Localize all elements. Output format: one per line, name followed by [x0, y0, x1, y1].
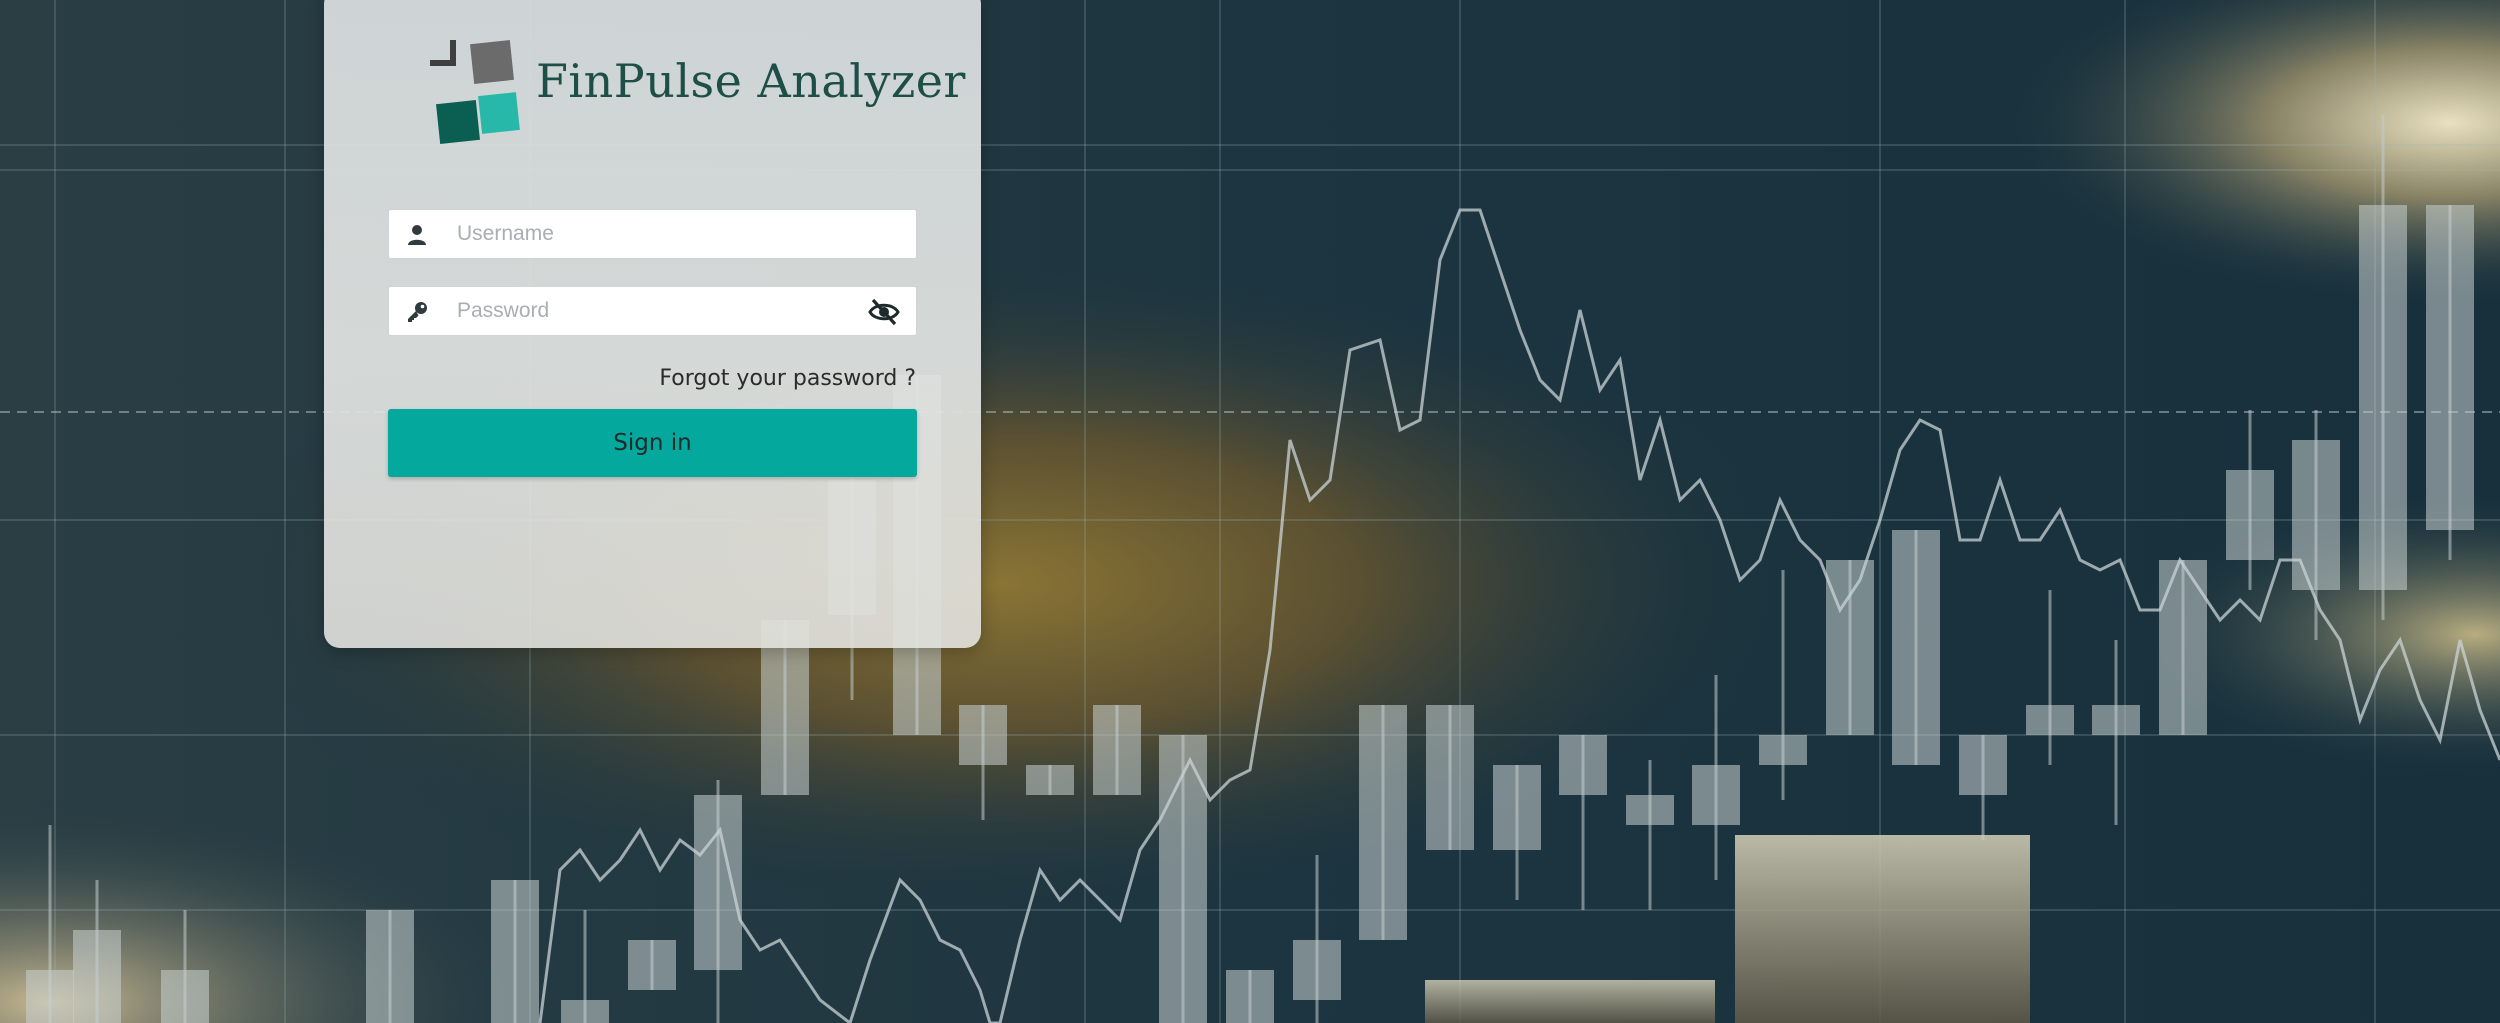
candle-body — [628, 940, 676, 990]
forgot-password-link[interactable]: Forgot your password ? — [659, 366, 916, 391]
candle-body — [1426, 705, 1474, 850]
candle-body — [694, 795, 742, 970]
key-icon — [408, 302, 427, 322]
candle-body — [2159, 560, 2207, 735]
candle-body — [1359, 705, 1407, 940]
candle-body — [1093, 705, 1141, 795]
candle-body — [1493, 765, 1541, 850]
candle-body — [26, 970, 74, 1023]
password-input[interactable] — [457, 287, 837, 335]
logo-light-teal-square — [478, 92, 520, 134]
brand-logo: FinPulse Analyzer — [424, 36, 965, 146]
logo-gray-square — [470, 40, 514, 84]
finpulse-logo-icon — [430, 40, 520, 144]
candle-body — [1892, 530, 1940, 765]
candle-body — [2359, 205, 2407, 590]
candle-body — [561, 1000, 609, 1023]
candle-body — [2426, 205, 2474, 530]
logo-corner-shape — [430, 40, 456, 66]
username-field[interactable] — [388, 209, 917, 259]
candle-body — [2226, 470, 2274, 560]
candle-body — [959, 705, 1007, 765]
candle-body — [1226, 970, 1274, 1023]
candle-body — [73, 930, 121, 1023]
candle-body — [2092, 705, 2140, 735]
username-input[interactable] — [457, 210, 837, 258]
candle-body — [1959, 735, 2007, 795]
logo-dark-teal-square — [436, 100, 480, 144]
eye-off-icon[interactable] — [868, 298, 900, 326]
candle-body — [2026, 705, 2074, 735]
candle-body — [1293, 940, 1341, 1000]
candle-body — [1759, 735, 1807, 765]
password-field[interactable] — [388, 286, 917, 336]
user-icon — [408, 225, 426, 245]
candle-body — [1626, 795, 1674, 825]
candle-body — [1692, 765, 1740, 825]
brand-name: FinPulse Analyzer — [536, 54, 966, 108]
candle-body — [1559, 735, 1607, 795]
candle-body — [1826, 560, 1874, 735]
candle-body — [366, 910, 414, 1023]
candle-body — [1026, 765, 1074, 795]
sign-in-button[interactable]: Sign in — [388, 409, 917, 477]
candle-body — [161, 970, 209, 1023]
candle-body — [2292, 440, 2340, 590]
candle-body — [491, 880, 539, 1023]
